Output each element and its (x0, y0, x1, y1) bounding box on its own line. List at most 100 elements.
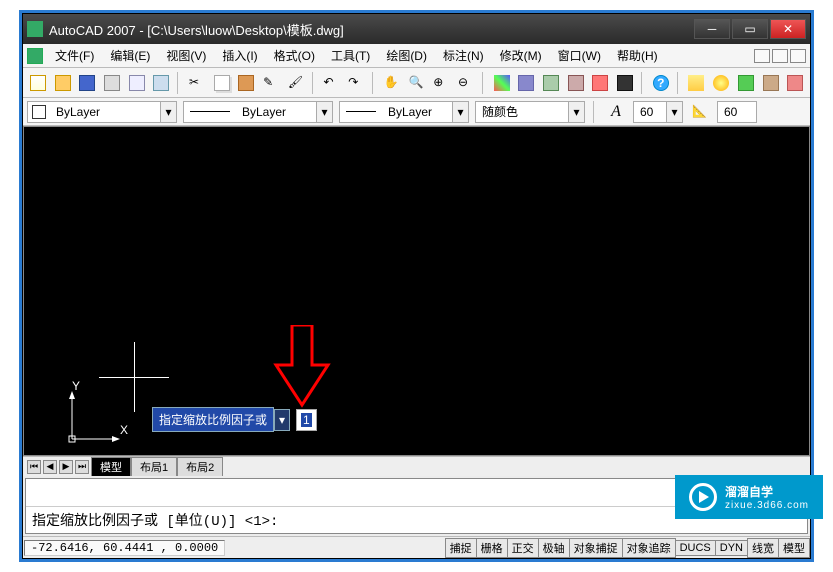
layer-color-swatch (32, 105, 46, 119)
layers-button[interactable] (686, 72, 708, 94)
watermark-badge: 溜溜自学 zixue.3d66.com (675, 475, 823, 519)
dynamic-prompt: 指定缩放比例因子或 (152, 407, 274, 432)
menu-insert[interactable]: 插入(I) (214, 45, 265, 66)
menu-app-icon[interactable] (27, 48, 43, 64)
snap-toggle[interactable]: 捕捉 (445, 538, 477, 558)
zoom-prev-button[interactable]: ⊖ (455, 72, 477, 94)
zoom-window-button[interactable]: ⊕ (430, 72, 452, 94)
dcenter-button[interactable] (515, 72, 537, 94)
sun-button[interactable] (735, 72, 757, 94)
lineweight-dropdown[interactable]: ByLayer ▾ (339, 101, 469, 123)
paste-button[interactable] (236, 72, 258, 94)
menu-tools[interactable]: 工具(T) (323, 45, 378, 66)
mdi-close-button[interactable] (790, 49, 806, 63)
match-button[interactable]: ✎ (260, 72, 282, 94)
watermark-url: zixue.3d66.com (725, 500, 809, 511)
print-button[interactable] (101, 72, 123, 94)
redo-button[interactable]: ↷ (345, 72, 367, 94)
menu-dim[interactable]: 标注(N) (435, 45, 492, 66)
save-button[interactable] (76, 72, 98, 94)
undo-button[interactable]: ↶ (321, 72, 343, 94)
menu-window[interactable]: 窗口(W) (550, 45, 609, 66)
tab-prev-button[interactable]: ◀ (43, 460, 57, 474)
render-button[interactable] (760, 72, 782, 94)
tab-next-button[interactable]: ▶ (59, 460, 73, 474)
angle-value: 60 (634, 105, 666, 119)
mdi-minimize-button[interactable] (754, 49, 770, 63)
drawing-area[interactable]: Y X 指定缩放比例因子或 ▾ 1 (23, 126, 810, 456)
sheet-button[interactable] (565, 72, 587, 94)
menu-draw[interactable]: 绘图(D) (378, 45, 435, 66)
properties-toolbar: ByLayer ▾ ByLayer ▾ ByLayer ▾ 随颜色 ▾ A 60… (23, 98, 810, 126)
menu-help[interactable]: 帮助(H) (609, 45, 666, 66)
app-icon (27, 21, 43, 37)
window-title: AutoCAD 2007 - [C:\Users\luow\Desktop\模板… (49, 20, 694, 39)
menu-edit[interactable]: 编辑(E) (102, 45, 158, 66)
osnap-toggle[interactable]: 对象捕捉 (569, 538, 623, 558)
ducs-toggle[interactable]: DUCS (675, 540, 716, 556)
scale-button[interactable]: 📐 (689, 101, 711, 123)
tab-model[interactable]: 模型 (91, 457, 131, 476)
material-button[interactable] (784, 72, 806, 94)
dynamic-value-field[interactable]: 1 (296, 409, 317, 431)
menu-file[interactable]: 文件(F) (47, 45, 102, 66)
ucs-y-label: Y (72, 379, 80, 393)
menu-view[interactable]: 视图(V) (158, 45, 214, 66)
dynamic-options-icon[interactable]: ▾ (274, 409, 290, 431)
menu-modify[interactable]: 修改(M) (492, 45, 550, 66)
dynamic-input[interactable]: 指定缩放比例因子或 ▾ 1 (152, 407, 317, 432)
color-dropdown[interactable]: 随颜色 ▾ (475, 101, 585, 123)
scale-dropdown[interactable]: 60 (717, 101, 757, 123)
mdi-controls (754, 49, 806, 63)
help-button[interactable]: ? (650, 72, 672, 94)
grid-toggle[interactable]: 栅格 (476, 538, 508, 558)
maximize-button[interactable]: ▭ (732, 19, 768, 39)
props-button[interactable] (491, 72, 513, 94)
tab-layout1[interactable]: 布局1 (131, 457, 177, 476)
lwt-toggle[interactable]: 线宽 (747, 538, 779, 558)
font-button[interactable]: A (605, 101, 627, 123)
menu-format[interactable]: 格式(O) (266, 45, 323, 66)
coordinates-display[interactable]: -72.6416, 60.4441 , 0.0000 (24, 540, 225, 556)
polar-toggle[interactable]: 极轴 (538, 538, 570, 558)
lineweight-name: ByLayer (382, 105, 452, 119)
angle-dropdown[interactable]: 60 ▾ (633, 101, 683, 123)
preview-button[interactable] (126, 72, 148, 94)
mdi-restore-button[interactable] (772, 49, 788, 63)
layer-dropdown[interactable]: ByLayer ▾ (27, 101, 177, 123)
light-button[interactable] (710, 72, 732, 94)
model-toggle[interactable]: 模型 (778, 538, 810, 558)
zoom-realtime-button[interactable]: 🔍 (406, 72, 428, 94)
titlebar[interactable]: AutoCAD 2007 - [C:\Users\luow\Desktop\模板… (23, 14, 810, 44)
calc-button[interactable] (614, 72, 636, 94)
markup-button[interactable] (590, 72, 612, 94)
chevron-down-icon: ▾ (160, 102, 176, 122)
chevron-down-icon: ▾ (316, 102, 332, 122)
otrack-toggle[interactable]: 对象追踪 (622, 538, 676, 558)
linetype-dropdown[interactable]: ByLayer ▾ (183, 101, 333, 123)
chevron-down-icon: ▾ (568, 102, 584, 122)
new-button[interactable] (27, 72, 49, 94)
open-button[interactable] (52, 72, 74, 94)
menubar: 文件(F) 编辑(E) 视图(V) 插入(I) 格式(O) 工具(T) 绘图(D… (23, 44, 810, 68)
watermark-title: 溜溜自学 (725, 483, 809, 500)
cut-button[interactable]: ✂ (186, 72, 208, 94)
brush-button[interactable]: 🖌 (285, 72, 307, 94)
chevron-down-icon: ▾ (666, 102, 682, 122)
dyn-toggle[interactable]: DYN (715, 540, 748, 556)
lineweight-preview (346, 111, 376, 112)
autocad-window: AutoCAD 2007 - [C:\Users\luow\Desktop\模板… (22, 13, 811, 559)
copy-button[interactable] (211, 72, 233, 94)
layout-tabs: ⏮ ◀ ▶ ⏭ 模型 布局1 布局2 (23, 456, 810, 476)
tab-layout2[interactable]: 布局2 (177, 457, 223, 476)
minimize-button[interactable]: ─ (694, 19, 730, 39)
ortho-toggle[interactable]: 正交 (507, 538, 539, 558)
tool-pal-button[interactable] (540, 72, 562, 94)
color-name: 随颜色 (476, 103, 568, 120)
close-button[interactable]: ✕ (770, 19, 806, 39)
pan-button[interactable]: ✋ (381, 72, 403, 94)
tab-last-button[interactable]: ⏭ (75, 460, 89, 474)
publish-button[interactable] (151, 72, 173, 94)
standard-toolbar: ✂ ✎ 🖌 ↶ ↷ ✋ 🔍 ⊕ ⊖ ? (23, 68, 810, 98)
tab-first-button[interactable]: ⏮ (27, 460, 41, 474)
